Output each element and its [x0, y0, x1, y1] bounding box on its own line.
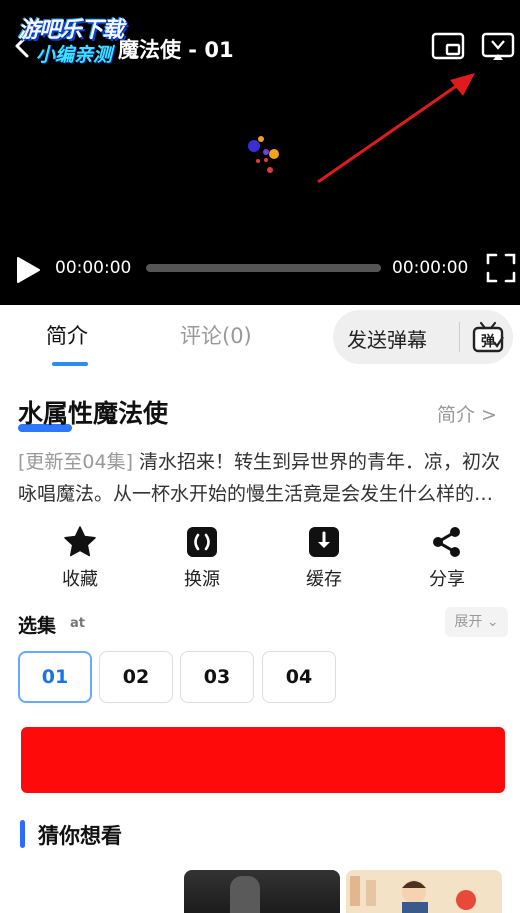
section-accent-bar [20, 820, 25, 848]
total-time: 00:00:00 [392, 258, 469, 278]
favorite-button[interactable]: 收藏 [40, 525, 120, 591]
thumbnail-figure [230, 876, 260, 913]
switch-source-button[interactable]: 换源 [162, 525, 242, 591]
download-button[interactable]: 缓存 [284, 525, 364, 591]
send-danmaku-button[interactable]: 发送弹幕 弹 [333, 310, 513, 364]
recommend-heading: 猜你想看 [38, 824, 122, 848]
danmaku-icon-text: 弹 [481, 333, 495, 350]
current-time: 00:00:00 [55, 258, 132, 278]
chevron-down-icon: ⌄ [482, 614, 499, 630]
episode-button-03[interactable]: 03 [180, 651, 254, 703]
switch-source-icon [185, 525, 219, 559]
active-tab-indicator [52, 362, 88, 366]
loading-spinner-icon [248, 136, 279, 173]
anime-title: 水属性魔法使 [18, 399, 169, 428]
favorite-label: 收藏 [62, 569, 98, 590]
progress-bar[interactable] [146, 264, 381, 272]
danmaku-toggle-icon[interactable]: 弹 [471, 320, 505, 354]
episode-heading: 选集 [18, 615, 57, 637]
share-icon [430, 525, 464, 559]
picture-in-picture-icon[interactable] [430, 30, 466, 62]
download-icon [307, 525, 341, 559]
tv-cast-icon[interactable] [480, 30, 516, 62]
episode-button-01[interactable]: 01 [18, 651, 92, 703]
recommend-thumbnail[interactable] [346, 870, 502, 913]
download-label: 缓存 [306, 569, 342, 590]
recommend-thumbnail[interactable] [184, 870, 340, 913]
intro-link[interactable]: 简介 > [437, 400, 497, 427]
share-label: 分享 [429, 569, 465, 590]
episode-button-04[interactable]: 04 [262, 651, 336, 703]
ad-banner[interactable] [21, 727, 505, 793]
divider [459, 322, 460, 352]
expand-episodes-button[interactable]: 展开 ⌄ [445, 607, 508, 637]
video-player[interactable]: 游吧乐下载 小编亲测 魔法使 - 01 00:00:00 00:00:00 [0, 0, 520, 305]
send-danmaku-label: 发送弹幕 [347, 328, 427, 352]
annotation-arrow [317, 73, 475, 184]
fullscreen-icon[interactable] [485, 252, 517, 284]
star-icon [63, 525, 97, 559]
tab-intro[interactable]: 简介 [46, 320, 88, 350]
share-button[interactable]: 分享 [407, 525, 487, 591]
switch-source-label: 换源 [184, 569, 220, 590]
video-title: 魔法使 - 01 [118, 38, 234, 62]
episode-button-02[interactable]: 02 [99, 651, 173, 703]
anime-description[interactable]: [更新至04集] 清水招来！转生到异世界的青年．凉，初次咏唱魔法。从一杯水开始的… [18, 446, 502, 510]
update-tag: [更新至04集] [18, 451, 134, 473]
tab-comments[interactable]: 评论(0) [180, 320, 252, 350]
play-icon[interactable] [14, 255, 42, 285]
episode-sub-label: at [70, 616, 85, 631]
